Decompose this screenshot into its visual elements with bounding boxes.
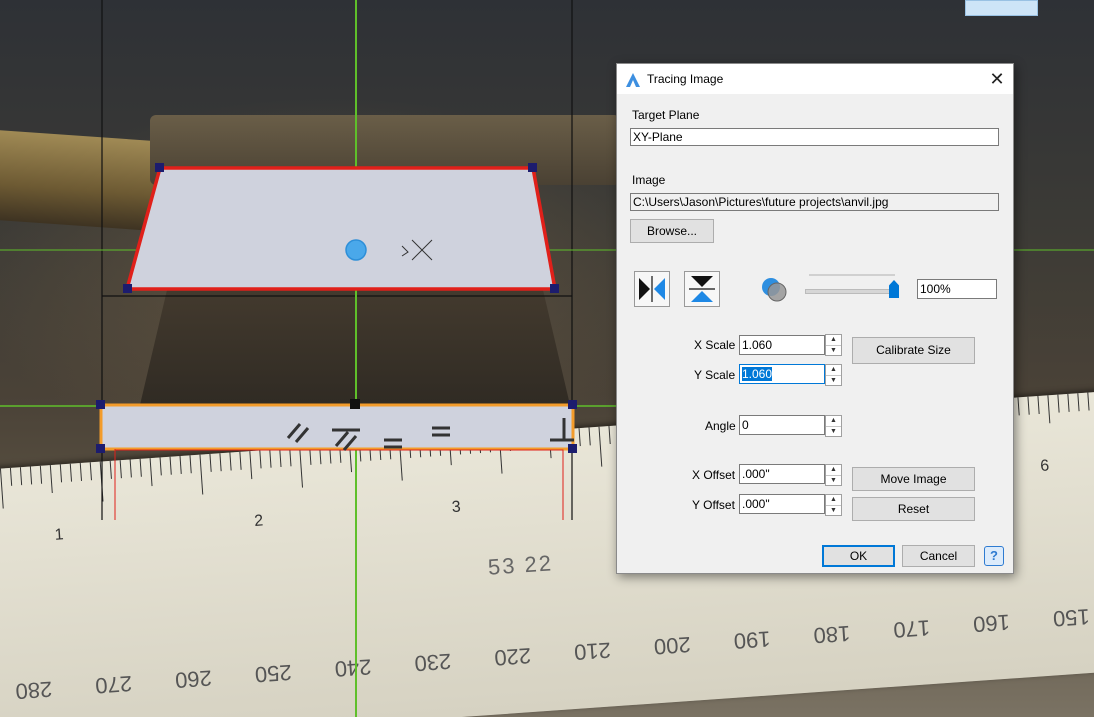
x-offset-label: X Offset (692, 468, 736, 482)
flip-horizontal-button[interactable] (634, 271, 670, 307)
tracing-image-dialog: Tracing Image ✕ Target Plane XY-Plane Im… (616, 63, 1014, 574)
image-label: Image (632, 173, 666, 187)
y-scale-label: Y Scale (694, 368, 736, 382)
y-scale-spinner[interactable]: ▲ ▼ (825, 364, 842, 386)
dialog-title: Tracing Image (647, 72, 724, 86)
toolbar-chip[interactable] (965, 0, 1038, 16)
angle-spinner[interactable]: ▲ ▼ (825, 415, 842, 437)
face-trapezoid (124, 166, 558, 291)
reset-button[interactable]: Reset (852, 497, 975, 521)
angle-field[interactable]: 0 (739, 415, 825, 435)
origin-point (345, 239, 367, 261)
opacity-field[interactable]: 100% (917, 279, 997, 299)
flip-vertical-icon (689, 276, 715, 302)
help-icon[interactable]: ? (984, 546, 1004, 566)
close-icon[interactable]: ✕ (987, 69, 1007, 89)
transparency-icon (762, 278, 787, 302)
x-scale-field[interactable]: 1.060 (739, 335, 825, 355)
y-scale-value: 1.060 (742, 367, 773, 381)
target-plane-label: Target Plane (632, 108, 700, 122)
calibrate-size-button[interactable]: Calibrate Size (852, 337, 975, 364)
opacity-slider-thumb[interactable] (889, 280, 899, 298)
flip-horizontal-icon (639, 276, 665, 302)
x-scale-spinner[interactable]: ▲ ▼ (825, 334, 842, 356)
image-path-field[interactable]: C:\Users\Jason\Pictures\future projects\… (630, 193, 999, 211)
ok-button[interactable]: OK (822, 545, 895, 567)
y-scale-field[interactable]: 1.060 (739, 364, 825, 384)
move-image-button[interactable]: Move Image (852, 467, 975, 491)
browse-button[interactable]: Browse... (630, 219, 714, 243)
opacity-slider-track[interactable] (805, 289, 897, 294)
x-offset-field[interactable]: .000" (739, 464, 825, 484)
dialog-titlebar[interactable]: Tracing Image ✕ (617, 64, 1013, 94)
target-plane-field[interactable]: XY-Plane (630, 128, 999, 146)
base-rectangle (99, 403, 575, 451)
y-offset-label: Y Offset (692, 498, 735, 512)
y-offset-field[interactable]: .000" (739, 494, 825, 514)
x-offset-spinner[interactable]: ▲ ▼ (825, 464, 842, 486)
cancel-button[interactable]: Cancel (902, 545, 975, 567)
angle-label: Angle (705, 419, 736, 433)
app-logo-icon (626, 73, 640, 87)
slider-track-top (809, 274, 895, 276)
x-scale-label: X Scale (694, 338, 736, 352)
flip-vertical-button[interactable] (684, 271, 720, 307)
y-offset-spinner[interactable]: ▲ ▼ (825, 494, 842, 516)
